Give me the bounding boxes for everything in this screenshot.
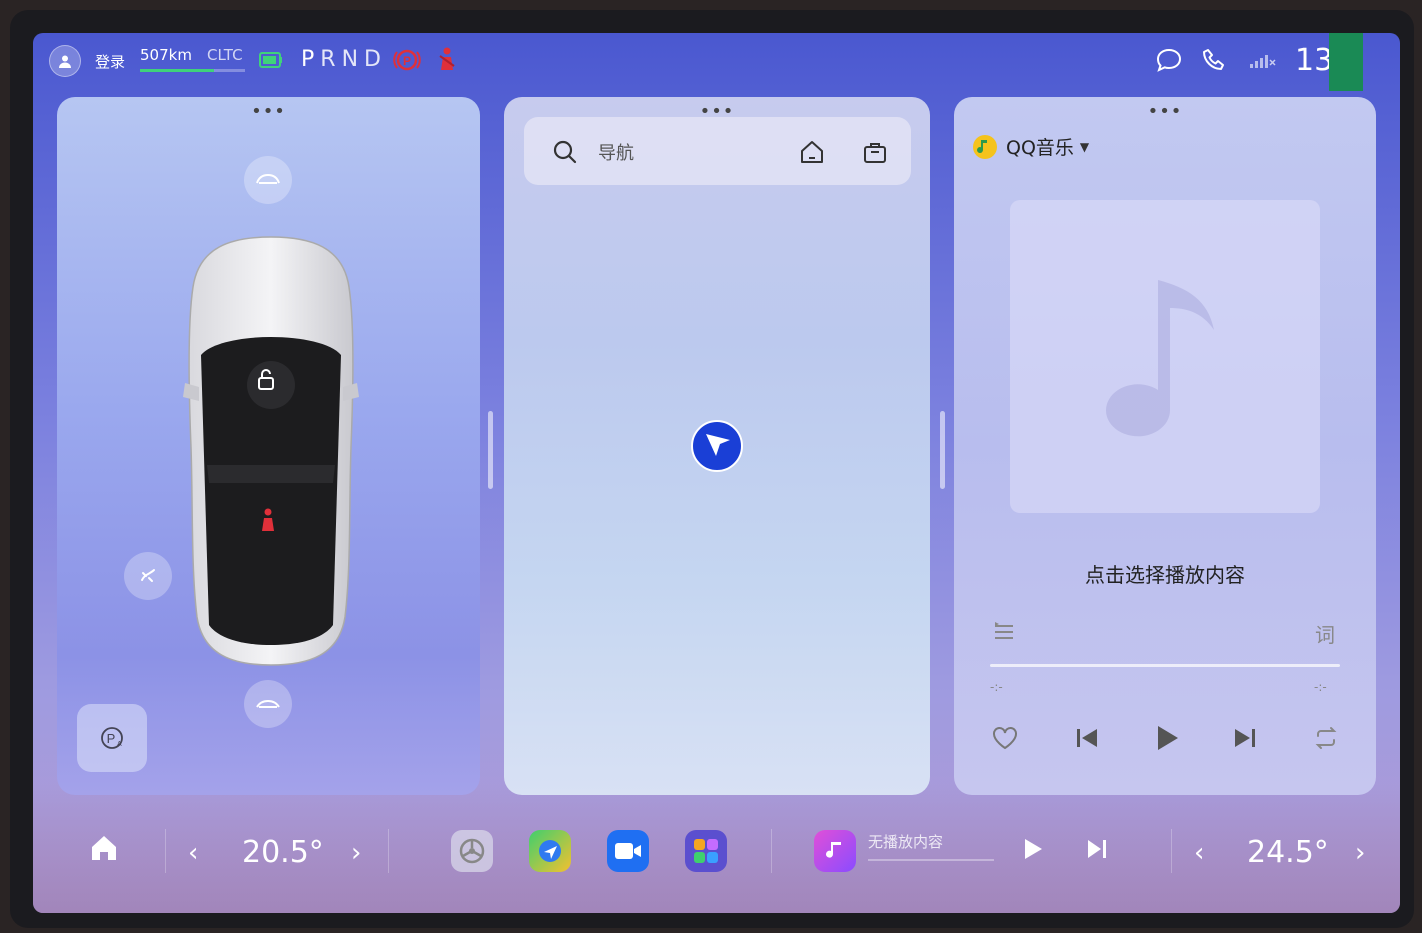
signal-icon <box>1249 51 1277 73</box>
gear-n: N <box>341 47 365 72</box>
trunk-front-button[interactable] <box>244 156 292 204</box>
home-shortcut-icon[interactable] <box>799 139 825 169</box>
user-login[interactable]: 登录 <box>49 45 125 77</box>
right-temp-increase-button[interactable]: › <box>1355 838 1365 868</box>
svg-text:P: P <box>403 54 411 68</box>
sticker-overlay <box>1329 33 1363 91</box>
settings-app-icon[interactable] <box>451 830 493 872</box>
gear-r: R <box>320 47 342 72</box>
car-screen: 登录 507km CLTC PRND P 13 7 • <box>33 33 1400 913</box>
dock-media-status: 无播放内容 <box>868 833 944 851</box>
repeat-icon[interactable] <box>1313 725 1339 755</box>
vehicle-card-menu[interactable]: ••• <box>251 101 286 122</box>
vehicle-card: ••• P A <box>57 97 480 795</box>
right-temp-value: 24.5° <box>1247 835 1329 870</box>
battery-icon <box>259 51 283 73</box>
dock-separator <box>165 829 166 873</box>
previous-track-icon[interactable] <box>1074 725 1100 755</box>
lyrics-button[interactable]: 词 <box>1315 619 1335 648</box>
music-hint[interactable]: 点击选择播放内容 <box>954 559 1376 588</box>
auto-park-button[interactable]: PA <box>77 704 147 772</box>
dock-separator <box>1171 829 1172 873</box>
music-card-menu[interactable]: ••• <box>1148 101 1183 122</box>
parking-brake-icon: P <box>393 47 421 77</box>
music-note-icon <box>1106 280 1214 437</box>
trunk-icon <box>256 699 280 708</box>
charge-plug-icon <box>141 569 155 582</box>
trunk-rear-button[interactable] <box>244 680 292 728</box>
frunk-icon <box>256 173 280 184</box>
left-divider-handle[interactable] <box>488 411 493 489</box>
playlist-icon[interactable] <box>992 620 1016 648</box>
work-shortcut-icon[interactable] <box>862 139 888 169</box>
seat-occupant-icon <box>258 507 278 537</box>
left-temp-decrease-button[interactable]: ‹ <box>188 838 198 868</box>
range-standard: CLTC <box>207 46 243 64</box>
car-top-view <box>181 235 361 671</box>
dock-separator <box>771 829 772 873</box>
nav-search-bar[interactable]: 导航 <box>524 117 911 185</box>
time-total: -:- <box>1314 680 1327 694</box>
charge-port-button[interactable] <box>124 552 172 600</box>
play-icon[interactable] <box>1153 723 1181 757</box>
album-art-placeholder[interactable] <box>1010 200 1320 513</box>
location-arrow-icon <box>690 419 744 477</box>
navigation-card: ••• 导航 <box>504 97 930 795</box>
range-bar <box>140 69 245 72</box>
video-call-app-icon[interactable] <box>607 830 649 872</box>
svg-text:P: P <box>107 731 116 746</box>
range-bar-fill <box>140 69 214 72</box>
music-app-name: QQ音乐 <box>1006 137 1074 159</box>
search-icon <box>552 139 578 169</box>
nav-search-label: 导航 <box>598 143 634 164</box>
dock-next-icon[interactable] <box>1085 837 1109 865</box>
dropdown-caret-icon: ▼ <box>1079 139 1090 154</box>
music-app-icon[interactable] <box>814 830 856 872</box>
left-temp-increase-button[interactable]: › <box>351 838 361 868</box>
music-progress-bar[interactable] <box>990 664 1340 667</box>
gear-p: P <box>301 47 321 72</box>
qq-music-logo-icon <box>973 134 997 159</box>
user-avatar-icon <box>49 45 81 77</box>
phone-icon[interactable] <box>1201 47 1227 77</box>
left-temp-value: 20.5° <box>242 835 324 870</box>
seatbelt-warning-icon <box>437 46 457 76</box>
app-launcher-icon[interactable] <box>685 830 727 872</box>
gear-d: D <box>364 47 387 72</box>
unlock-icon[interactable] <box>254 367 280 397</box>
right-divider-handle[interactable] <box>940 411 945 489</box>
dock-media-progress <box>868 859 994 861</box>
home-icon[interactable] <box>89 833 119 867</box>
range-value: 507km <box>140 46 192 64</box>
dock-separator <box>388 829 389 873</box>
dock-play-icon[interactable] <box>1021 836 1045 866</box>
gear-indicator: PRND <box>301 47 387 72</box>
navigation-app-icon[interactable] <box>529 830 571 872</box>
favorite-heart-icon[interactable] <box>991 725 1019 755</box>
status-bar: 登录 507km CLTC PRND P 13 7 <box>33 33 1400 91</box>
right-temp-decrease-button[interactable]: ‹ <box>1194 838 1204 868</box>
login-label: 登录 <box>95 52 126 71</box>
range-info: 507km CLTC <box>140 45 243 64</box>
svg-text:A: A <box>117 741 122 748</box>
auto-park-icon: PA <box>101 727 123 749</box>
music-card: ••• QQ音乐 ▼ 点击选择播放内容 词 -:- -:- <box>954 97 1376 795</box>
next-track-icon[interactable] <box>1232 725 1258 755</box>
message-icon[interactable] <box>1155 47 1183 77</box>
music-source-selector[interactable]: QQ音乐 ▼ <box>972 133 1089 160</box>
time-elapsed: -:- <box>990 680 1003 694</box>
